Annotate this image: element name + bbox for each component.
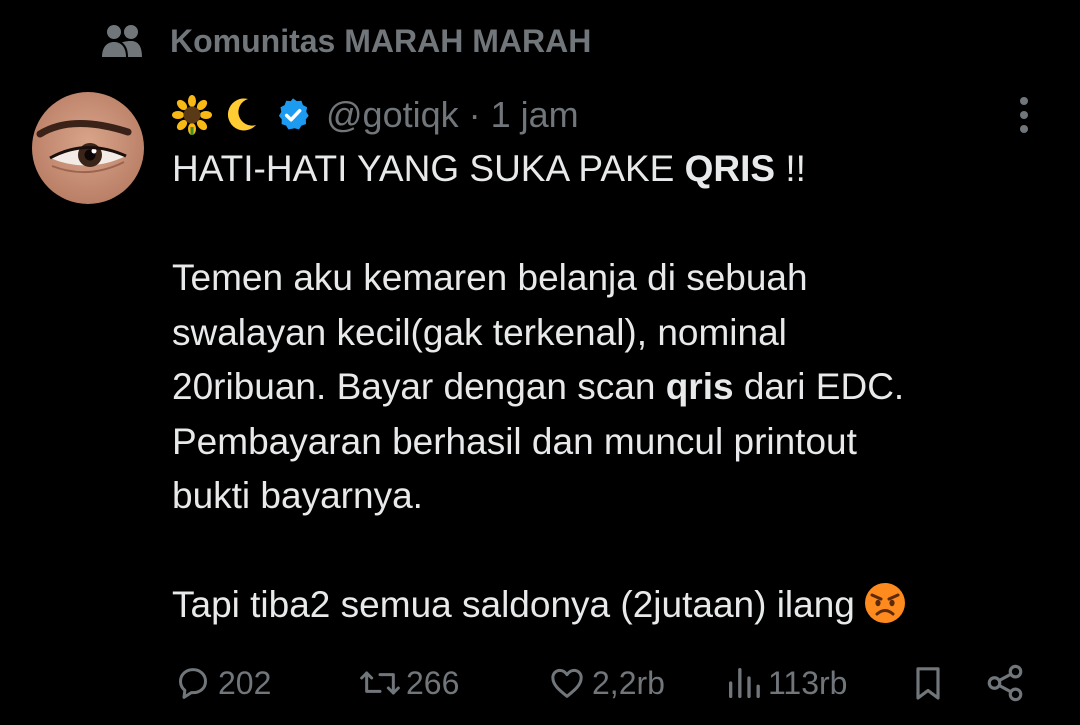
community-icon	[100, 23, 144, 59]
reply-button[interactable]: 202	[172, 656, 271, 710]
crescent-moon-emoji	[220, 95, 260, 135]
tweet-text-segment: HATI-HATI YANG SUKA PAKE	[172, 148, 685, 189]
repost-count: 266	[406, 664, 460, 701]
sunflower-emoji	[172, 95, 212, 135]
like-count: 2,2rb	[592, 664, 665, 701]
more-vertical-icon	[1020, 97, 1028, 133]
share-icon	[984, 662, 1026, 704]
like-button[interactable]: 2,2rb	[546, 656, 665, 710]
tweet-text-bold: QRIS	[684, 148, 776, 189]
tweet-text-segment: 20ribuan. Bayar dengan scan	[172, 366, 666, 407]
tweet-text-segment: Temen aku kemaren belanja di sebuah	[172, 257, 808, 298]
tweet-text-segment: !!	[775, 148, 806, 189]
tweet-header: @gotiqk · 1 jam	[172, 88, 579, 142]
tweet-text-bold: qris	[665, 366, 734, 407]
tweet-text: HATI-HATI YANG SUKA PAKE QRIS !! Temen ak…	[172, 142, 1032, 633]
tweet-text-segment: swalayan kecil(gak terkenal), nominal	[172, 311, 787, 353]
author-handle[interactable]: @gotiqk	[326, 94, 459, 136]
tweet-paragraph: Tapi tiba2 semua saldonya (2jutaan) ilan…	[172, 578, 1032, 633]
views-count: 113rb	[768, 664, 848, 701]
heart-icon	[546, 663, 588, 703]
more-options-button[interactable]	[1004, 92, 1044, 138]
tweet-paragraph: Temen aku kemaren belanja di sebuah swala…	[172, 251, 1032, 524]
avatar[interactable]	[32, 92, 144, 204]
bookmark-button[interactable]	[908, 656, 948, 710]
views-icon	[724, 663, 764, 703]
repost-button[interactable]: 266	[358, 656, 459, 710]
tweet-text-segment: Tapi tiba2 semua saldonya (2jutaan) ilan…	[172, 584, 855, 625]
tweet-paragraph: HATI-HATI YANG SUKA PAKE QRIS !!	[172, 142, 1032, 197]
tweet-actions: 202 266 2,2rb 113rb	[172, 656, 1032, 710]
reply-count: 202	[218, 664, 272, 701]
views-button[interactable]: 113rb	[724, 656, 847, 710]
community-header[interactable]: Komunitas MARAH MARAH	[100, 18, 591, 64]
verified-badge-icon[interactable]	[274, 96, 312, 134]
reply-icon	[172, 663, 214, 703]
separator-dot: ·	[468, 94, 481, 135]
tweet-text-segment: Pembayaran berhasil dan muncul printout	[172, 420, 857, 462]
angry-face-emoji	[863, 581, 907, 625]
tweet-text-segment: dari EDC.	[733, 366, 905, 407]
tweet-time[interactable]: 1 jam	[491, 94, 579, 136]
share-button[interactable]	[984, 656, 1026, 710]
repost-icon	[358, 663, 402, 703]
community-label: Komunitas MARAH MARAH	[170, 22, 592, 59]
tweet-text-segment: bukti bayarnya.	[172, 475, 423, 516]
bookmark-icon	[908, 662, 948, 704]
